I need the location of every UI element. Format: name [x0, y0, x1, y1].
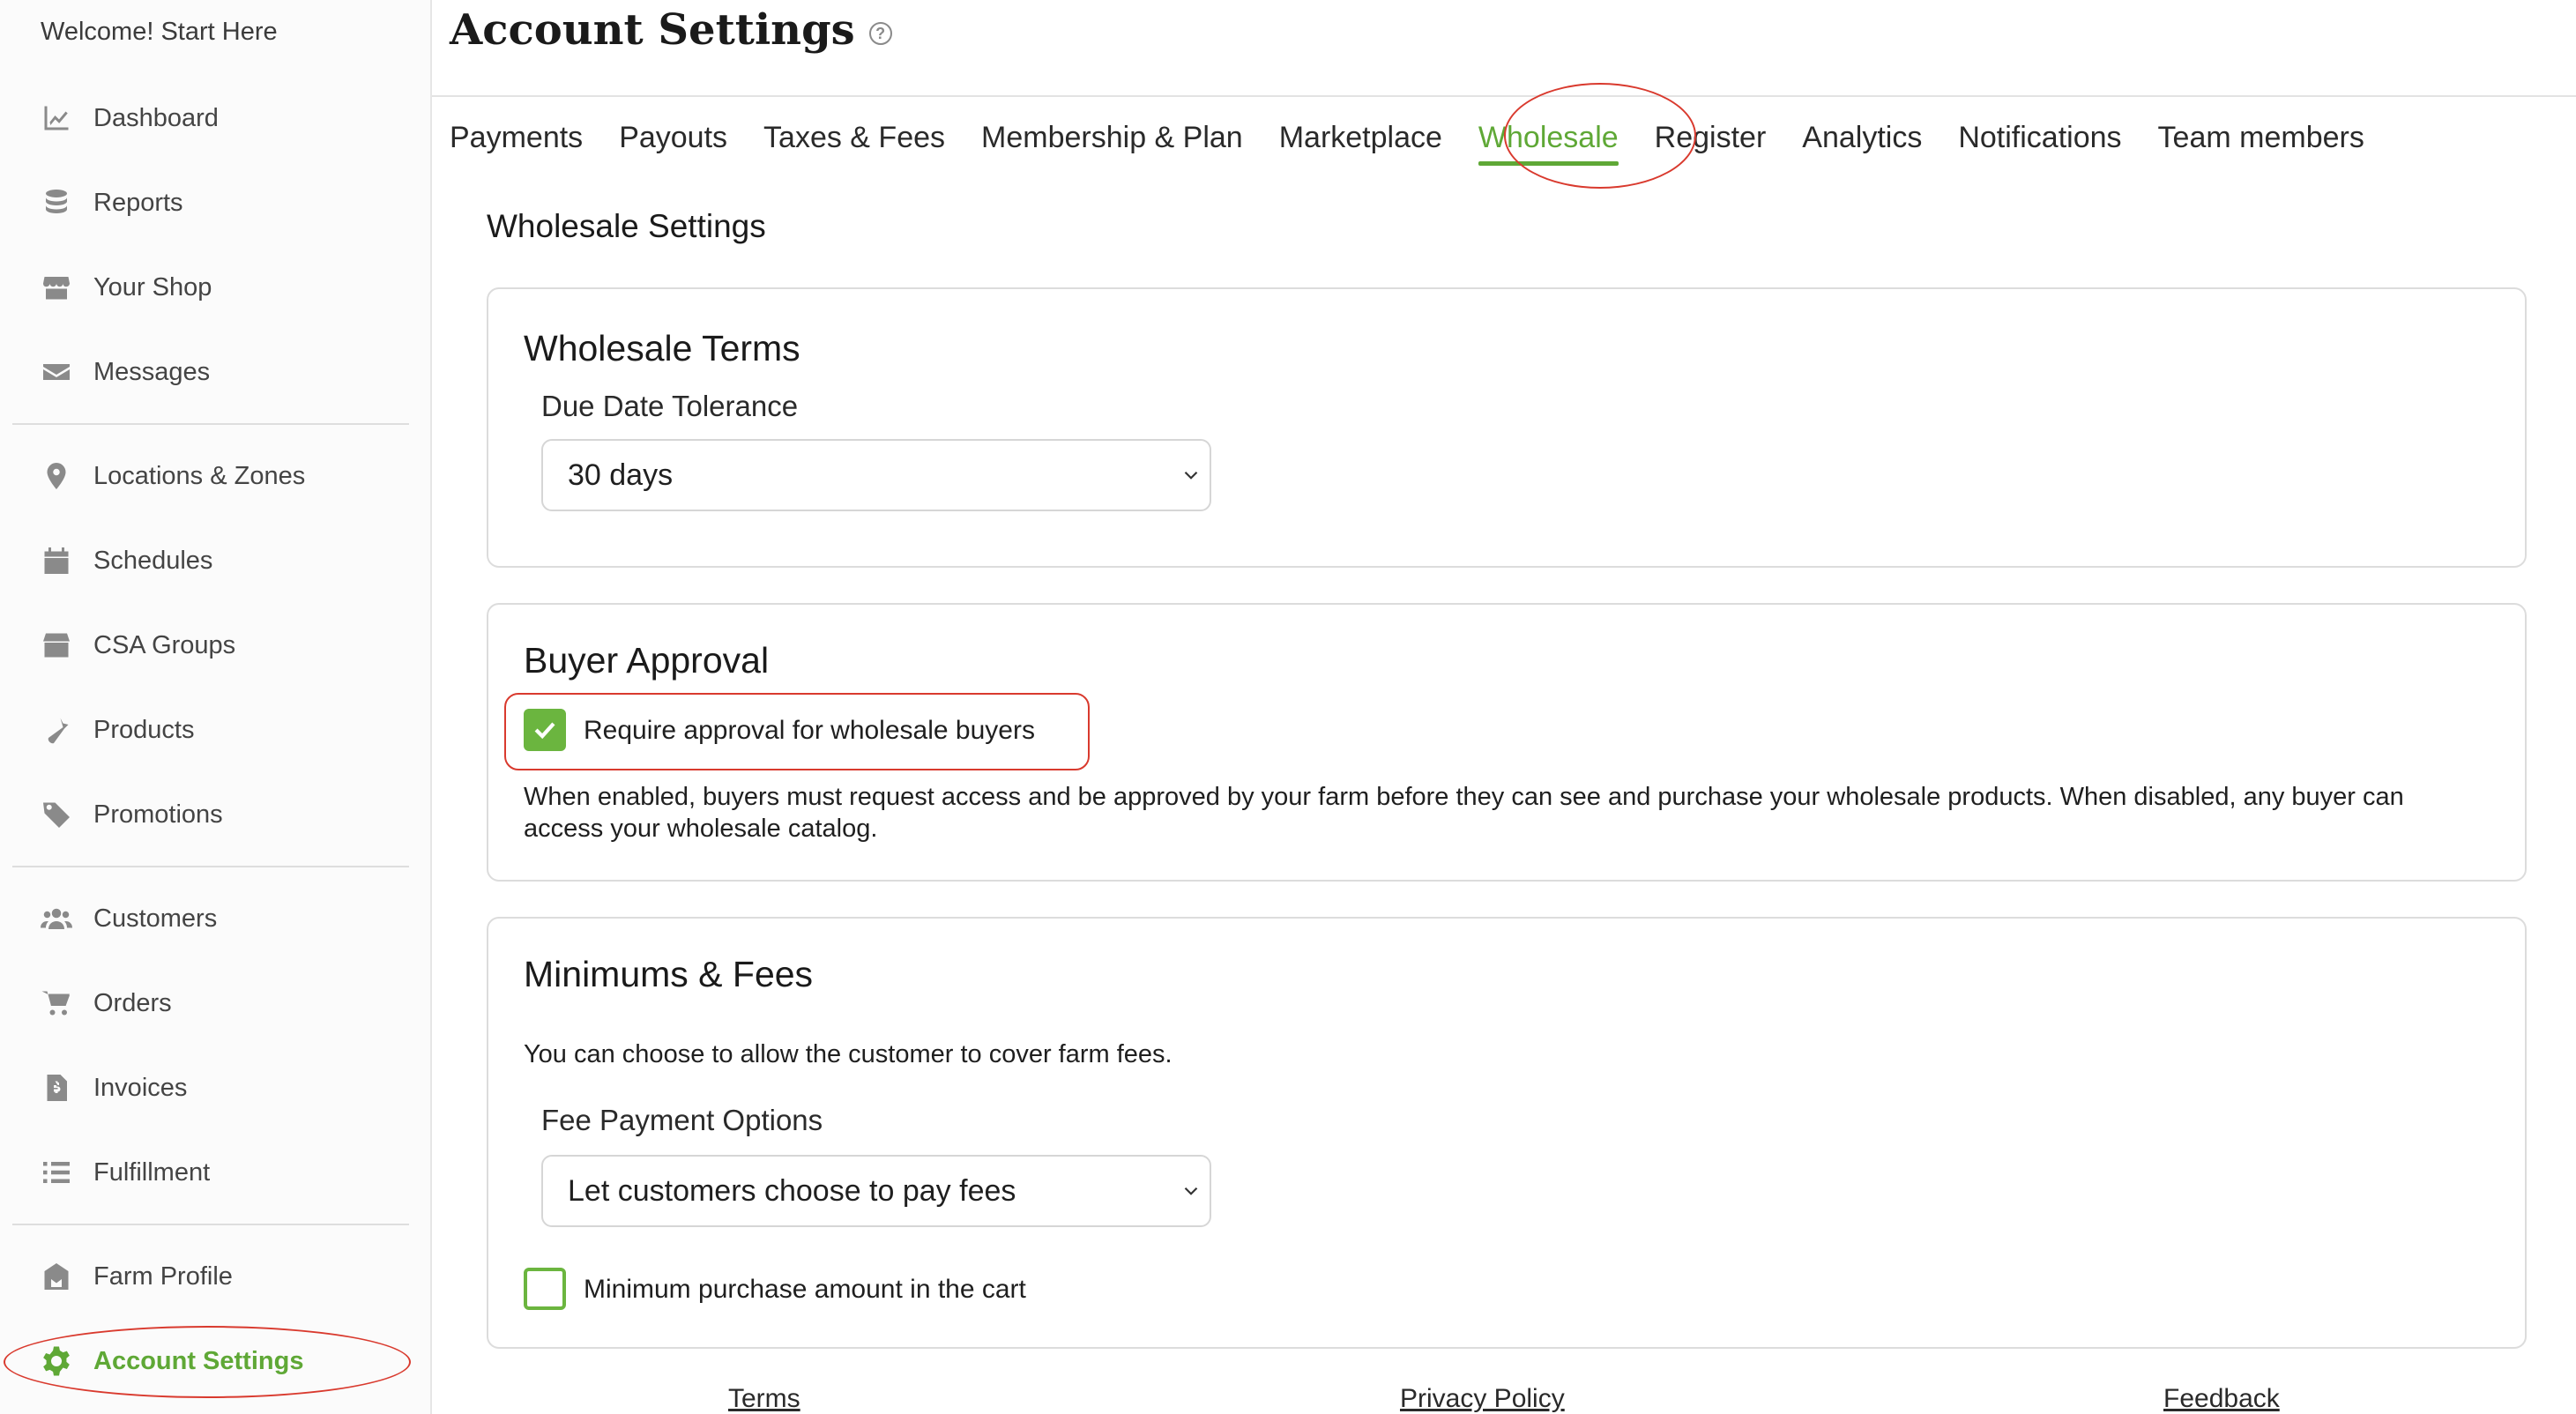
require-approval-label[interactable]: Require approval for wholesale buyers — [584, 716, 1035, 746]
tab-register[interactable]: Register — [1655, 121, 1767, 155]
tab-membership-plan[interactable]: Membership & Plan — [981, 121, 1243, 155]
tab-taxes-fees[interactable]: Taxes & Fees — [763, 121, 945, 155]
tab-team-members[interactable]: Team members — [2158, 121, 2364, 155]
sidebar-item-reports[interactable]: Reports — [39, 176, 183, 229]
sidebar-item-csa-groups[interactable]: CSA Groups — [39, 619, 235, 672]
sidebar-item-label: Products — [93, 715, 195, 744]
box-icon — [39, 628, 74, 663]
barn-icon — [39, 1259, 74, 1294]
sidebar-item-label: Account Settings — [93, 1346, 304, 1375]
minimum-purchase-checkbox[interactable] — [524, 1268, 566, 1310]
sidebar-item-orders[interactable]: Orders — [39, 977, 172, 1030]
sidebar-item-label: Your Shop — [93, 272, 212, 301]
sidebar-item-farm-profile[interactable]: Farm Profile — [39, 1250, 233, 1303]
privacy-policy-link[interactable]: Privacy Policy — [1400, 1384, 1565, 1414]
sidebar-divider — [12, 423, 409, 425]
section-title: Wholesale Settings — [487, 208, 766, 244]
minimums-fees-description: You can choose to allow the customer to … — [524, 1040, 1173, 1068]
buyer-approval-description: When enabled, buyers must request access… — [524, 783, 2404, 843]
tags-icon — [39, 797, 74, 832]
help-icon[interactable]: ? — [868, 22, 892, 45]
list-icon — [39, 1155, 74, 1190]
tab-analytics[interactable]: Analytics — [1802, 121, 1922, 155]
buyer-approval-card: Buyer Approval Require approval for whol… — [487, 603, 2527, 882]
sidebar-item-messages[interactable]: Messages — [39, 346, 210, 398]
invoice-icon — [39, 1070, 74, 1105]
sidebar-item-label: Invoices — [93, 1073, 188, 1102]
map-pin-icon — [39, 458, 74, 494]
store-icon — [39, 270, 74, 305]
sidebar-item-locations-zones[interactable]: Locations & Zones — [39, 450, 305, 502]
page-title-text: Account Settings — [450, 5, 855, 55]
users-icon — [39, 901, 74, 936]
card-title: Minimums & Fees — [524, 954, 814, 994]
sidebar-item-promotions[interactable]: Promotions — [39, 788, 223, 841]
page-title: Account Settings ? — [450, 5, 892, 55]
sidebar-divider — [12, 866, 409, 867]
card-title: Wholesale Terms — [524, 328, 800, 368]
cart-icon — [39, 986, 74, 1021]
calendar-icon — [39, 543, 74, 578]
sidebar-item-label: Dashboard — [93, 103, 219, 132]
tab-payments[interactable]: Payments — [450, 121, 583, 155]
sidebar-divider — [12, 1224, 409, 1225]
carrot-icon — [39, 712, 74, 748]
sidebar-item-label: Fulfillment — [93, 1157, 211, 1187]
gear-icon — [39, 1343, 74, 1379]
minimum-purchase-label[interactable]: Minimum purchase amount in the cart — [584, 1275, 1026, 1305]
tab-notifications[interactable]: Notifications — [1958, 121, 2121, 155]
sidebar-item-your-shop[interactable]: Your Shop — [39, 261, 212, 314]
sidebar-item-account-settings[interactable]: Account Settings — [39, 1335, 303, 1388]
sidebar-item-label: Locations & Zones — [93, 461, 306, 490]
chevron-down-icon — [1184, 1187, 1198, 1195]
fee-payment-value: Let customers choose to pay fees — [568, 1173, 1016, 1208]
sidebar-item-label: Schedules — [93, 546, 213, 575]
terms-link[interactable]: Terms — [728, 1384, 800, 1414]
sidebar-item-dashboard[interactable]: Dashboard — [39, 92, 219, 145]
envelope-icon — [39, 354, 74, 390]
sidebar-item-invoices[interactable]: Invoices — [39, 1061, 187, 1114]
tab-wholesale[interactable]: Wholesale — [1478, 121, 1619, 166]
checkmark-icon — [534, 722, 555, 740]
sidebar-item-label: Reports — [93, 188, 183, 217]
welcome-link[interactable]: Welcome! Start Here — [41, 18, 278, 47]
settings-tabs: Payments Payouts Taxes & Fees Membership… — [450, 111, 2401, 166]
sidebar-item-label: Messages — [93, 357, 211, 386]
tab-payouts[interactable]: Payouts — [619, 121, 727, 155]
chevron-down-icon — [1184, 471, 1198, 480]
sidebar-item-products[interactable]: Products — [39, 703, 194, 756]
header-divider — [432, 95, 2576, 97]
sidebar-item-label: Orders — [93, 988, 172, 1017]
due-date-label: Due Date Tolerance — [541, 390, 799, 422]
sidebar-item-label: CSA Groups — [93, 630, 236, 659]
require-approval-checkbox[interactable] — [524, 709, 566, 751]
sidebar: Welcome! Start Here Dashboard Reports Yo… — [0, 0, 432, 1414]
due-date-value: 30 days — [568, 458, 674, 492]
sidebar-item-fulfillment[interactable]: Fulfillment — [39, 1146, 210, 1199]
sidebar-item-label: Farm Profile — [93, 1261, 233, 1291]
wholesale-terms-card: Wholesale Terms Due Date Tolerance 30 da… — [487, 287, 2527, 568]
fee-payment-select[interactable]: Let customers choose to pay fees — [541, 1155, 1211, 1227]
sidebar-item-label: Customers — [93, 904, 218, 933]
feedback-link[interactable]: Feedback — [2163, 1384, 2280, 1414]
sidebar-item-schedules[interactable]: Schedules — [39, 534, 212, 587]
card-title: Buyer Approval — [524, 640, 770, 681]
sidebar-item-label: Promotions — [93, 800, 223, 829]
tab-marketplace[interactable]: Marketplace — [1279, 121, 1442, 155]
coins-icon — [39, 185, 74, 220]
chart-line-icon — [39, 100, 74, 136]
sidebar-item-customers[interactable]: Customers — [39, 892, 217, 945]
minimums-fees-card: Minimums & Fees You can choose to allow … — [487, 917, 2527, 1349]
fee-payment-label: Fee Payment Options — [541, 1104, 823, 1136]
due-date-select[interactable]: 30 days — [541, 439, 1211, 511]
